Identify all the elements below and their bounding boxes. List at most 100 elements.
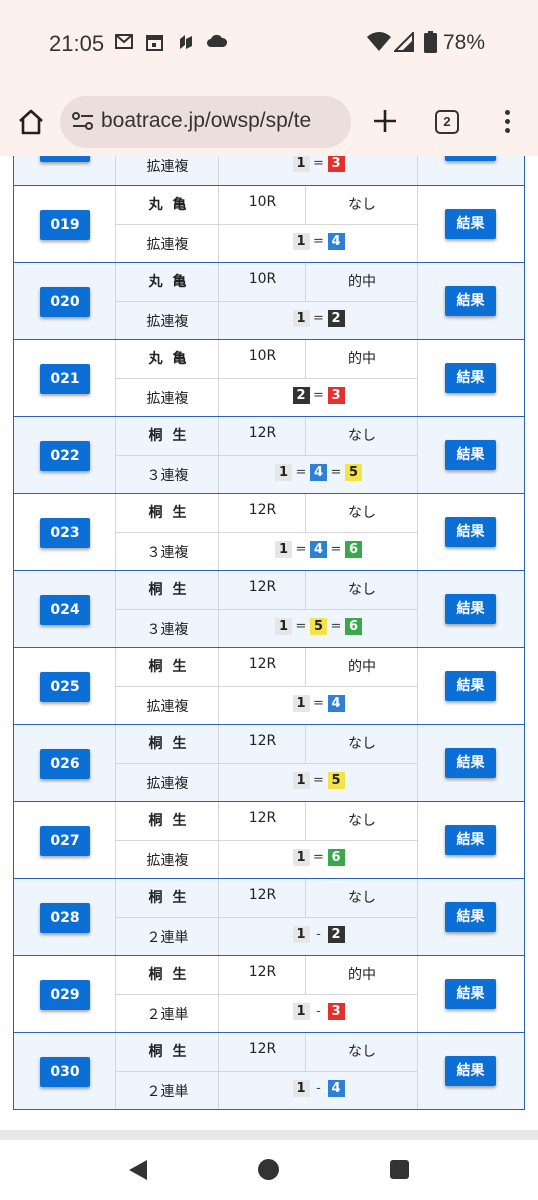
venue-name: 桐生 [148, 813, 197, 829]
bet-combination: 1 = 5 = 6 [219, 618, 418, 635]
boat-number-box: 1 [292, 926, 310, 943]
race-number: 12R [248, 579, 277, 595]
table-row: 021 丸亀 10R 的中 拡連複 2 = 3 結果 [14, 339, 524, 416]
venue-name: 丸亀 [148, 274, 197, 290]
result-button[interactable]: 結果 [445, 1056, 496, 1086]
bet-combination: 1 = 3 [219, 156, 418, 172]
venue-name: 丸亀 [148, 351, 197, 367]
boat-number-box: 6 [345, 541, 362, 558]
combo-separator: = [330, 542, 342, 557]
overflow-menu-icon[interactable] [504, 110, 512, 136]
result-button[interactable]: 結果 [445, 286, 496, 316]
boat-number-box: 1 [292, 695, 310, 712]
wifi-icon [367, 32, 391, 51]
race-number: 12R [248, 502, 277, 518]
bet-type: 拡連複 [146, 159, 189, 175]
combo-separator: = [313, 388, 324, 403]
page-content: 018 拡連複 1=3 結果 019 丸亀 10R なし 拡連複 1=4 結果 … [0, 156, 538, 1130]
table-row: 029 桐生 12R 的中 ２連単 1-3 結果 [14, 955, 524, 1032]
boat-number-box: 5 [345, 464, 362, 481]
result-button[interactable]: 結果 [445, 825, 496, 855]
boat-number-box: 4 [310, 541, 327, 558]
race-number: 10R [248, 194, 277, 210]
table-row: 020 丸亀 10R 的中 拡連複 1 = 2 結果 [14, 262, 524, 339]
result-button[interactable]: 結果 [445, 209, 496, 239]
boat-number-box: 1 [275, 464, 292, 481]
ticket-number-button[interactable]: 023 [40, 518, 90, 548]
boat-number-box: 1 [292, 310, 310, 327]
result-button[interactable]: 結果 [445, 979, 496, 1009]
result-button[interactable]: 結果 [445, 594, 496, 624]
bet-type: ２連単 [146, 930, 189, 946]
ticket-number-button[interactable]: 022 [40, 441, 90, 471]
bet-type: 拡連複 [146, 776, 189, 792]
site-settings-icon[interactable] [72, 112, 94, 130]
ticket-number-button[interactable]: 024 [40, 595, 90, 625]
home-nav-icon[interactable] [258, 1159, 279, 1180]
bet-type: 拡連複 [146, 314, 189, 330]
hit-status: 的中 [348, 351, 376, 367]
ticket-number-button[interactable]: 021 [40, 364, 90, 394]
bet-combination: 1 = 2 [219, 310, 418, 327]
hit-status: なし [348, 813, 376, 829]
table-row: 023 桐生 12R なし ３連複 1 = 4 = 6 結果 [14, 493, 524, 570]
boat-number-box: 4 [327, 1080, 345, 1097]
boat-number-box: 1 [275, 618, 292, 635]
result-button[interactable]: 結果 [445, 156, 496, 161]
result-button[interactable]: 結果 [445, 748, 496, 778]
race-number: 12R [248, 733, 277, 749]
race-number: 12R [248, 887, 277, 903]
venue-name: 桐生 [148, 582, 197, 598]
status-bar: 21:05 78% [0, 0, 538, 88]
back-icon[interactable] [128, 1159, 148, 1181]
table-row: 026 桐生 12R なし 拡連複 1 = 5 結果 [14, 724, 524, 801]
ticket-number-button[interactable]: 026 [40, 749, 90, 779]
ticket-number-button[interactable]: 027 [40, 826, 90, 856]
ticket-number-button[interactable]: 028 [40, 903, 90, 933]
ticket-number-button[interactable]: 029 [40, 980, 90, 1010]
ticket-number-button[interactable]: 025 [40, 672, 90, 702]
table-row: 027 桐生 12R なし 拡連複 1 = 6 結果 [14, 801, 524, 878]
url-text[interactable]: boatrace.jp/owsp/sp/te [101, 109, 311, 133]
bet-type: ２連単 [146, 1084, 189, 1100]
home-icon[interactable] [17, 108, 45, 136]
tab-switcher-button[interactable]: 2 [435, 110, 459, 134]
venue-name: 桐生 [148, 659, 197, 675]
boat-number-box: 2 [292, 387, 310, 404]
combo-separator: = [295, 465, 307, 480]
race-number: 10R [248, 271, 277, 287]
combo-separator: = [330, 619, 342, 634]
new-tab-icon[interactable] [372, 108, 398, 134]
address-bar[interactable]: boatrace.jp/owsp/sp/te [60, 96, 351, 148]
table-row: 019 丸亀 10R なし 拡連複 1 = 4 結果 [14, 185, 524, 262]
boat-number-box: 3 [327, 387, 345, 404]
combo-separator: = [330, 465, 342, 480]
result-button[interactable]: 結果 [445, 363, 496, 393]
venue-name: 丸亀 [148, 197, 197, 213]
table-row: 028 桐生 12R なし ２連単 1-2 結果 [14, 878, 524, 955]
table-row: 030 桐生 12R なし ２連単 1-4 結果 [14, 1032, 524, 1109]
table-row: 018 拡連複 1=3 結果 [14, 156, 524, 185]
boat-number-box: 2 [327, 926, 345, 943]
race-number: 12R [248, 1041, 277, 1057]
ticket-number-button[interactable]: 018 [40, 156, 90, 162]
ticket-number-button[interactable]: 030 [40, 1057, 90, 1087]
result-button[interactable]: 結果 [445, 440, 496, 470]
hit-status: なし [348, 736, 376, 752]
hit-status: なし [348, 890, 376, 906]
hit-status: なし [348, 582, 376, 598]
race-number: 10R [248, 348, 277, 364]
result-button[interactable]: 結果 [445, 517, 496, 547]
page-bottom-edge [0, 1130, 538, 1140]
race-number: 12R [248, 964, 277, 980]
ticket-number-button[interactable]: 019 [40, 210, 90, 240]
result-button[interactable]: 結果 [445, 902, 496, 932]
system-nav-bar [0, 1140, 538, 1200]
combo-separator: = [313, 773, 324, 788]
boat-number-box: 3 [327, 1003, 345, 1020]
boat-number-box: 6 [345, 618, 362, 635]
ticket-number-button[interactable]: 020 [40, 287, 90, 317]
recents-icon[interactable] [390, 1160, 409, 1179]
result-button[interactable]: 結果 [445, 671, 496, 701]
table-row: 022 桐生 12R なし ３連複 1 = 4 = 5 結果 [14, 416, 524, 493]
